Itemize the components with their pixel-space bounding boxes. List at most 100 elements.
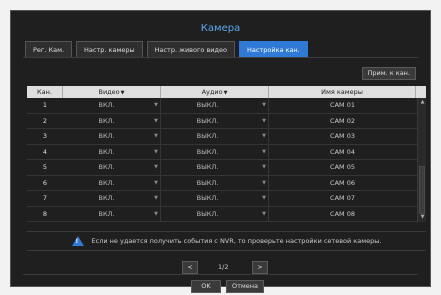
camera-name-field[interactable]: CAM 06 <box>269 176 416 191</box>
dialog-title: Камера <box>200 23 241 34</box>
audio-dropdown[interactable]: ВЫКЛ. ▼ <box>161 113 269 128</box>
tab-bar: Рег. Кам. Настр. камеры Настр. живого ви… <box>25 41 312 57</box>
audio-value: ВЫКЛ. <box>196 116 219 125</box>
chevron-down-icon: ▼ <box>262 195 266 201</box>
video-value: ВКЛ. <box>98 101 115 109</box>
video-dropdown[interactable]: ВКЛ. ▼ <box>63 160 161 175</box>
warning-icon <box>71 236 84 246</box>
video-dropdown[interactable]: ВКЛ. ▼ <box>63 144 161 159</box>
footer-divider <box>23 274 418 275</box>
notice-text: Если не удается получить события с NVR, … <box>91 237 382 245</box>
audio-value: ВЫКЛ. <box>196 209 219 218</box>
chevron-down-icon: ▼ <box>154 117 158 124</box>
tab-divider <box>23 57 418 58</box>
audio-dropdown[interactable]: ВЫКЛ. ▼ <box>161 206 269 221</box>
table-row: 5 ВКЛ. ▼ ВЫКЛ. ▼ CAM 05 <box>27 160 426 176</box>
video-value: ВКЛ. <box>98 178 115 187</box>
apply-to-channels-button[interactable]: Прим. к кан. <box>361 67 416 80</box>
table-body: 1 ВКЛ. ▼ ВЫКЛ. ▼ CAM 01 2 ВКЛ. ▼ ВЫКЛ. ▼ CAM… <box>27 98 426 222</box>
audio-dropdown[interactable]: ВЫКЛ. ▼ <box>161 144 269 159</box>
tab-camera-registration[interactable]: Рег. Кам. <box>25 41 73 57</box>
chevron-down-icon: ▼ <box>154 164 158 170</box>
video-value: ВКЛ. <box>98 209 115 218</box>
header-audio-label: Аудио <box>201 88 223 96</box>
sort-down-icon: ▼ <box>120 90 125 96</box>
camera-name-field[interactable]: CAM 01 <box>269 98 416 113</box>
chevron-down-icon: ▼ <box>262 117 266 124</box>
header-audio[interactable]: Аудио▼ <box>161 86 269 98</box>
channel-number: 5 <box>42 163 48 171</box>
tab-live-video-settings[interactable]: Настр. живого видео <box>146 41 235 57</box>
camera-name-field[interactable]: CAM 05 <box>269 160 416 175</box>
header-camera-name: Имя камеры <box>269 86 416 98</box>
audio-value: ВЫКЛ. <box>196 178 219 187</box>
video-dropdown[interactable]: ВКЛ. ▼ <box>63 98 161 113</box>
video-dropdown[interactable]: ВКЛ. ▼ <box>63 175 161 190</box>
channel-number: 3 <box>42 132 48 140</box>
sort-down-icon: ▼ <box>223 90 228 96</box>
video-value: ВКЛ. <box>98 116 115 125</box>
tab-channel-settings[interactable]: Настройка кан. <box>238 41 308 57</box>
audio-dropdown[interactable]: ВЫКЛ. ▼ <box>161 129 269 144</box>
video-value: ВКЛ. <box>98 194 115 202</box>
camera-name-field[interactable]: CAM 04 <box>269 145 416 160</box>
camera-name-field[interactable]: CAM 03 <box>269 129 416 144</box>
ok-button[interactable]: OK <box>191 280 221 293</box>
channel-number: 2 <box>42 116 48 125</box>
audio-value: ВЫКЛ. <box>196 194 219 202</box>
channel-number: 4 <box>42 147 48 156</box>
warning-notice: Если не удается получить события с NVR, … <box>27 231 426 251</box>
chevron-down-icon: ▼ <box>262 102 266 108</box>
channel-number: 1 <box>42 101 48 109</box>
table-row: 7 ВКЛ. ▼ ВЫКЛ. ▼ CAM 07 <box>27 191 426 207</box>
table-row: 6 ВКЛ. ▼ ВЫКЛ. ▼ CAM 06 <box>27 175 426 191</box>
chevron-down-icon: ▼ <box>262 148 266 155</box>
previous-page-button[interactable]: < <box>182 261 198 274</box>
channel-number: 6 <box>42 178 48 187</box>
table-row: 1 ВКЛ. ▼ ВЫКЛ. ▼ CAM 01 <box>27 98 426 114</box>
video-dropdown[interactable]: ВКЛ. ▼ <box>63 206 161 221</box>
scrollbar-thumb[interactable] <box>419 166 425 214</box>
video-value: ВКЛ. <box>98 163 115 171</box>
audio-value: ВЫКЛ. <box>196 147 219 156</box>
video-dropdown[interactable]: ВКЛ. ▼ <box>63 191 161 206</box>
audio-dropdown[interactable]: ВЫКЛ. ▼ <box>161 175 269 190</box>
scroll-up-icon[interactable]: ▲ <box>418 98 427 107</box>
table-row: 3 ВКЛ. ▼ ВЫКЛ. ▼ CAM 03 <box>27 129 426 145</box>
chevron-down-icon: ▼ <box>262 164 266 170</box>
video-value: ВКЛ. <box>98 132 115 140</box>
audio-value: ВЫКЛ. <box>196 163 219 171</box>
audio-dropdown[interactable]: ВЫКЛ. ▼ <box>161 98 269 113</box>
chevron-down-icon: ▼ <box>262 179 266 186</box>
chevron-down-icon: ▼ <box>262 210 266 217</box>
table-scrollbar[interactable]: ▲ ▼ <box>417 98 426 222</box>
chevron-down-icon: ▼ <box>262 133 266 139</box>
audio-dropdown[interactable]: ВЫКЛ. ▼ <box>161 160 269 175</box>
chevron-down-icon: ▼ <box>154 195 158 201</box>
audio-dropdown[interactable]: ВЫКЛ. ▼ <box>161 191 269 206</box>
camera-name-field[interactable]: CAM 02 <box>269 114 416 129</box>
cancel-button[interactable]: Отмена <box>226 280 264 293</box>
video-value: ВКЛ. <box>98 147 115 156</box>
header-video[interactable]: Видео▼ <box>63 86 161 98</box>
tab-camera-settings[interactable]: Настр. камеры <box>76 41 143 57</box>
chevron-down-icon: ▼ <box>154 210 158 217</box>
camera-name-field[interactable]: CAM 07 <box>269 191 416 206</box>
header-scroll-spacer <box>416 86 426 98</box>
header-video-label: Видео <box>98 88 120 96</box>
video-dropdown[interactable]: ВКЛ. ▼ <box>63 129 161 144</box>
table-row: 2 ВКЛ. ▼ ВЫКЛ. ▼ CAM 02 <box>27 113 426 129</box>
camera-dialog: Камера Рег. Кам. Настр. камеры Настр. жи… <box>10 10 431 293</box>
channel-table: Кан. Видео▼ Аудио▼ Имя камеры 1 ВКЛ. ▼ ВЫ… <box>27 86 426 222</box>
video-dropdown[interactable]: ВКЛ. ▼ <box>63 113 161 128</box>
scroll-down-icon[interactable]: ▼ <box>418 213 427 222</box>
audio-value: ВЫКЛ. <box>196 132 219 140</box>
camera-name-field[interactable]: CAM 08 <box>269 207 416 222</box>
next-page-button[interactable]: > <box>252 261 268 274</box>
header-channel: Кан. <box>27 86 63 98</box>
chevron-down-icon: ▼ <box>154 102 158 108</box>
chevron-down-icon: ▼ <box>154 179 158 186</box>
page-indicator: 1/2 <box>218 263 229 271</box>
table-row: 4 ВКЛ. ▼ ВЫКЛ. ▼ CAM 04 <box>27 144 426 160</box>
channel-number: 7 <box>42 194 48 202</box>
